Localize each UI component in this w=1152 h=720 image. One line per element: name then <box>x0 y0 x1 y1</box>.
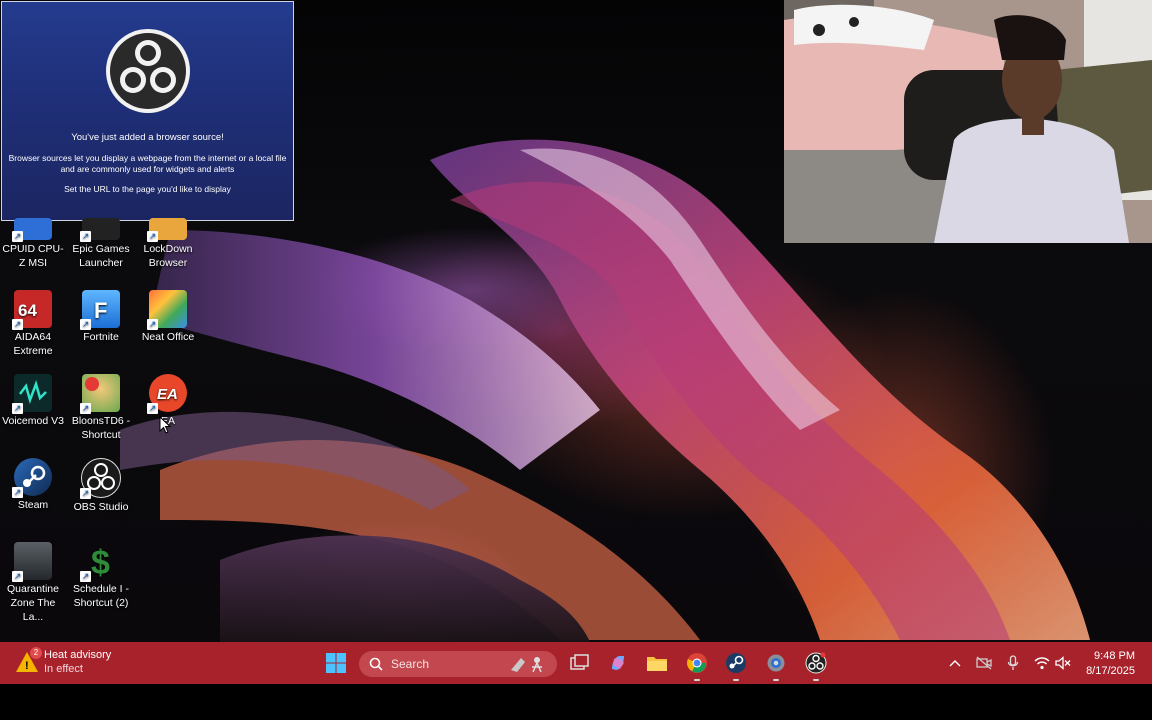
running-indicator <box>773 679 779 681</box>
bloons-icon: ↗ <box>80 374 120 414</box>
mouse-cursor-icon <box>159 416 171 434</box>
ea-icon: EA ↗ <box>147 374 187 414</box>
task-view-icon <box>570 654 589 670</box>
desktop-icon-cpuz[interactable]: ↗ CPUID CPU-Z MSI <box>0 218 66 270</box>
desktop-icon-fortnite[interactable]: F ↗ Fortnite <box>68 290 134 344</box>
taskbar-search-box[interactable]: Search <box>359 651 557 677</box>
taskbar: ! 2 Heat advisory In effect Search 9:48 … <box>0 642 1152 684</box>
chrome-icon <box>687 653 707 673</box>
weather-badge: 2 <box>30 647 42 659</box>
obs-dialog-instruction: Set the URL to the page you'd like to di… <box>64 184 231 194</box>
settings-button[interactable] <box>762 650 790 676</box>
wifi-icon <box>1034 657 1050 670</box>
running-indicator <box>694 679 700 681</box>
desktop-icon-label: Quarantine Zone The La... <box>7 583 59 623</box>
desktop-icon-steam[interactable]: ↗ Steam <box>0 458 66 512</box>
search-icon <box>369 657 383 671</box>
steam-icon: ↗ <box>12 458 52 498</box>
desktop-icon-voicemod[interactable]: ↗ Voicemod V3 <box>0 374 66 428</box>
windows-start-icon <box>326 653 346 673</box>
desktop-icon-neat-office[interactable]: ↗ Neat Office <box>135 290 201 344</box>
weather-title: Heat advisory <box>44 649 112 661</box>
taskbar-clock[interactable]: 9:48 PM 8/17/2025 <box>1065 649 1135 679</box>
svg-text:64: 64 <box>18 301 37 320</box>
desktop-icon-label: Steam <box>17 499 49 511</box>
tray-network-disabled[interactable] <box>975 654 993 672</box>
running-indicator <box>813 679 819 681</box>
voicemod-icon: ↗ <box>12 374 52 414</box>
obs-taskbar-button[interactable] <box>802 650 830 676</box>
svg-text:!: ! <box>25 660 29 672</box>
svg-text:F: F <box>94 298 107 323</box>
gear-icon <box>767 654 785 672</box>
tray-microphone[interactable] <box>1004 654 1022 672</box>
steam-icon <box>726 653 746 673</box>
clock-time: 9:48 PM <box>1094 650 1135 662</box>
file-explorer-button[interactable] <box>643 650 671 676</box>
camera-off-icon <box>976 656 992 670</box>
desktop-icon-obs-studio[interactable]: ↗ OBS Studio <box>68 458 134 514</box>
desktop-icon-label: Fortnite <box>83 331 119 343</box>
microphone-icon <box>1007 655 1019 670</box>
desktop-icon-label: Schedule I - Shortcut (2) <box>72 583 130 609</box>
tray-wifi[interactable] <box>1033 654 1051 672</box>
folder-icon <box>647 657 667 671</box>
show-hidden-icons-button[interactable] <box>946 654 964 672</box>
neat-office-icon: ↗ <box>147 290 187 330</box>
letterbox-bar <box>0 684 1152 720</box>
desktop-icon-schedule-i[interactable]: $ ↗ Schedule I - Shortcut (2) <box>68 542 134 610</box>
desktop-icon-lockdown-browser[interactable]: ↗ LockDown Browser <box>135 218 201 270</box>
desktop-icon-epic-games[interactable]: ↗ Epic Games Launcher <box>68 218 134 270</box>
task-view-button[interactable] <box>566 650 594 676</box>
svg-text:$: $ <box>91 544 110 580</box>
svg-text:EA: EA <box>157 386 178 403</box>
fortnite-icon: F ↗ <box>80 290 120 330</box>
quarantine-zone-icon: ↗ <box>12 542 52 582</box>
start-button[interactable] <box>322 650 350 676</box>
running-indicator <box>733 679 739 681</box>
obs-logo-icon <box>106 29 190 113</box>
clock-date: 8/17/2025 <box>1086 665 1135 677</box>
webcam-overlay <box>784 0 1152 243</box>
desktop-icon-bloons[interactable]: ↗ BloonsTD6 - Shortcut <box>68 374 134 442</box>
desktop-icon-label: BloonsTD6 - Shortcut <box>71 415 131 441</box>
desktop-icon-label: Epic Games Launcher <box>72 243 130 269</box>
desktop-icon-label: Voicemod V3 <box>2 415 64 427</box>
steam-taskbar-button[interactable] <box>722 650 750 676</box>
cpuz-icon: ↗ <box>12 218 52 242</box>
desktop-icon-quarantine-zone[interactable]: ↗ Quarantine Zone The La... <box>0 542 66 624</box>
copilot-button[interactable] <box>604 650 632 676</box>
obs-dialog-title: You've just added a browser source! <box>71 132 224 143</box>
search-highlight-icon <box>511 657 542 673</box>
desktop-icon-label: CPUID CPU-Z MSI <box>2 243 64 269</box>
epic-games-icon: ↗ <box>80 218 120 242</box>
obs-icon <box>805 652 827 674</box>
weather-subtitle: In effect <box>44 663 83 675</box>
obs-dialog-description: Browser sources let you display a webpag… <box>8 153 287 174</box>
chrome-button[interactable] <box>683 650 711 676</box>
copilot-icon <box>612 656 624 670</box>
webcam-feed-image <box>784 0 1152 243</box>
desktop-icon-label: AIDA64 Extreme <box>13 331 53 357</box>
obs-icon: ↗ <box>80 458 121 499</box>
obs-browser-source-dialog: You've just added a browser source! Brow… <box>1 1 294 221</box>
desktop-icon-aida64[interactable]: 64 ↗ AIDA64 Extreme <box>0 290 66 358</box>
lockdown-browser-icon: ↗ <box>147 218 187 242</box>
desktop-icon-label: Neat Office <box>141 331 195 343</box>
chevron-up-icon <box>949 660 961 667</box>
weather-widget[interactable]: ! 2 Heat advisory In effect <box>14 647 134 679</box>
schedule-i-icon: $ ↗ <box>80 544 110 582</box>
search-label: Search <box>391 657 430 671</box>
aida64-icon: 64 ↗ <box>12 290 52 330</box>
desktop-icon-label: OBS Studio <box>73 501 129 513</box>
desktop-icon-label: LockDown Browser <box>143 243 193 269</box>
